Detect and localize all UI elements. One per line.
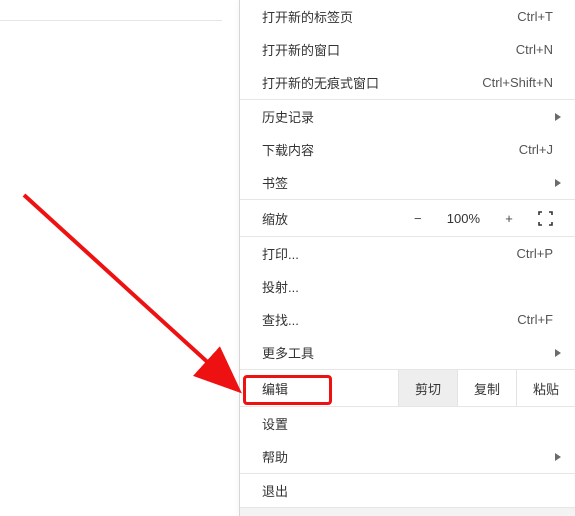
menu-item-help[interactable]: 帮助: [240, 440, 575, 473]
menu-item-label: 下载内容: [262, 140, 314, 159]
edit-cut-button[interactable]: 剪切: [398, 370, 457, 406]
chrome-main-menu: 打开新的标签页 Ctrl+T 打开新的窗口 Ctrl+N 打开新的无痕式窗口 C…: [239, 0, 575, 516]
menu-item-new-window[interactable]: 打开新的窗口 Ctrl+N: [240, 33, 575, 66]
menu-item-managed[interactable]: 由贵单位管理: [240, 508, 575, 516]
submenu-arrow-icon: [555, 453, 561, 461]
page-top-divider: [0, 20, 222, 21]
menu-item-label: 编辑: [262, 379, 288, 398]
menu-item-cast[interactable]: 投射...: [240, 270, 575, 303]
submenu-arrow-icon: [555, 179, 561, 187]
menu-item-label: 退出: [262, 481, 288, 500]
menu-item-shortcut: Ctrl+T: [517, 9, 553, 24]
zoom-out-button[interactable]: −: [411, 211, 425, 226]
menu-item-label: 书签: [262, 173, 288, 192]
menu-item-shortcut: Ctrl+J: [519, 142, 553, 157]
menu-item-shortcut: Ctrl+N: [516, 42, 553, 57]
menu-item-new-tab[interactable]: 打开新的标签页 Ctrl+T: [240, 0, 575, 33]
menu-item-label: 投射...: [262, 277, 299, 296]
menu-item-shortcut: Ctrl+F: [517, 312, 553, 327]
zoom-in-button[interactable]: +: [502, 211, 516, 226]
menu-item-history[interactable]: 历史记录: [240, 100, 575, 133]
menu-item-zoom: 缩放 − 100% +: [240, 200, 575, 236]
menu-item-label: 查找...: [262, 310, 299, 329]
menu-item-find[interactable]: 查找... Ctrl+F: [240, 303, 575, 336]
menu-item-incognito[interactable]: 打开新的无痕式窗口 Ctrl+Shift+N: [240, 66, 575, 99]
zoom-value: 100%: [447, 211, 480, 226]
edit-paste-button[interactable]: 粘贴: [516, 370, 575, 406]
menu-item-label: 更多工具: [262, 343, 314, 362]
submenu-arrow-icon: [555, 113, 561, 121]
menu-item-label: 打开新的窗口: [262, 40, 340, 59]
menu-item-label: 打开新的无痕式窗口: [262, 73, 379, 92]
menu-item-downloads[interactable]: 下载内容 Ctrl+J: [240, 133, 575, 166]
menu-item-label: 帮助: [262, 447, 288, 466]
menu-item-shortcut: Ctrl+Shift+N: [482, 75, 553, 90]
menu-item-label: 打开新的标签页: [262, 7, 353, 26]
menu-item-more-tools[interactable]: 更多工具: [240, 336, 575, 369]
menu-item-exit[interactable]: 退出: [240, 474, 575, 507]
edit-copy-button[interactable]: 复制: [457, 370, 516, 406]
menu-item-label: 打印...: [262, 244, 299, 263]
menu-item-label: 设置: [262, 414, 288, 433]
menu-item-edit: 编辑 剪切 复制 粘贴: [240, 370, 575, 406]
menu-item-label: 缩放: [262, 209, 288, 228]
menu-item-settings[interactable]: 设置: [240, 407, 575, 440]
menu-item-print[interactable]: 打印... Ctrl+P: [240, 237, 575, 270]
menu-item-bookmarks[interactable]: 书签: [240, 166, 575, 199]
menu-item-label: 历史记录: [262, 107, 314, 126]
submenu-arrow-icon: [555, 349, 561, 357]
menu-item-shortcut: Ctrl+P: [517, 246, 553, 261]
fullscreen-icon[interactable]: [538, 211, 553, 226]
